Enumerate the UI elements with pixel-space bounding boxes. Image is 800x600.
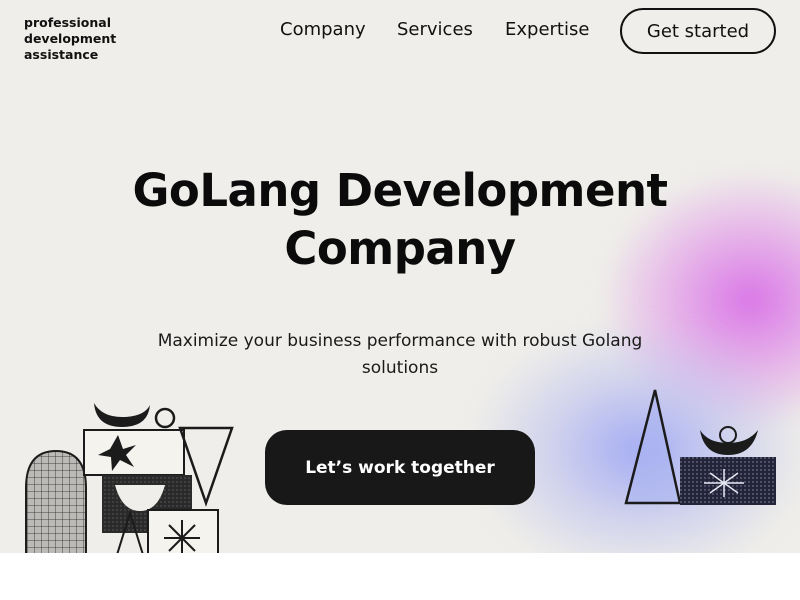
hero-section: professional development assistance Comp… <box>0 0 800 553</box>
page-subtitle: Maximize your business performance with … <box>130 328 670 382</box>
nav-link-services[interactable]: Services <box>397 19 473 40</box>
nav-link-expertise[interactable]: Expertise <box>505 19 589 40</box>
page-title-line-1: GoLang Development <box>132 164 668 217</box>
abstract-shapes-left-illustration <box>25 403 234 553</box>
work-together-button[interactable]: Let’s work together <box>265 430 535 505</box>
page-subtitle-line-2: solutions <box>361 358 439 378</box>
brand-line-3: assistance <box>24 47 99 62</box>
get-started-button[interactable]: Get started <box>620 8 776 54</box>
brand-line-2: development <box>24 31 117 46</box>
page-subtitle-line-1: Maximize your business performance with … <box>157 331 643 351</box>
page-title-line-2: Company <box>284 222 516 275</box>
page-title: GoLang Development Company <box>100 162 700 278</box>
abstract-shapes-right-illustration <box>624 389 776 505</box>
brand-line-1: professional <box>24 15 111 30</box>
brand-logo[interactable]: professional development assistance <box>24 15 134 63</box>
nav-link-company[interactable]: Company <box>280 19 366 40</box>
